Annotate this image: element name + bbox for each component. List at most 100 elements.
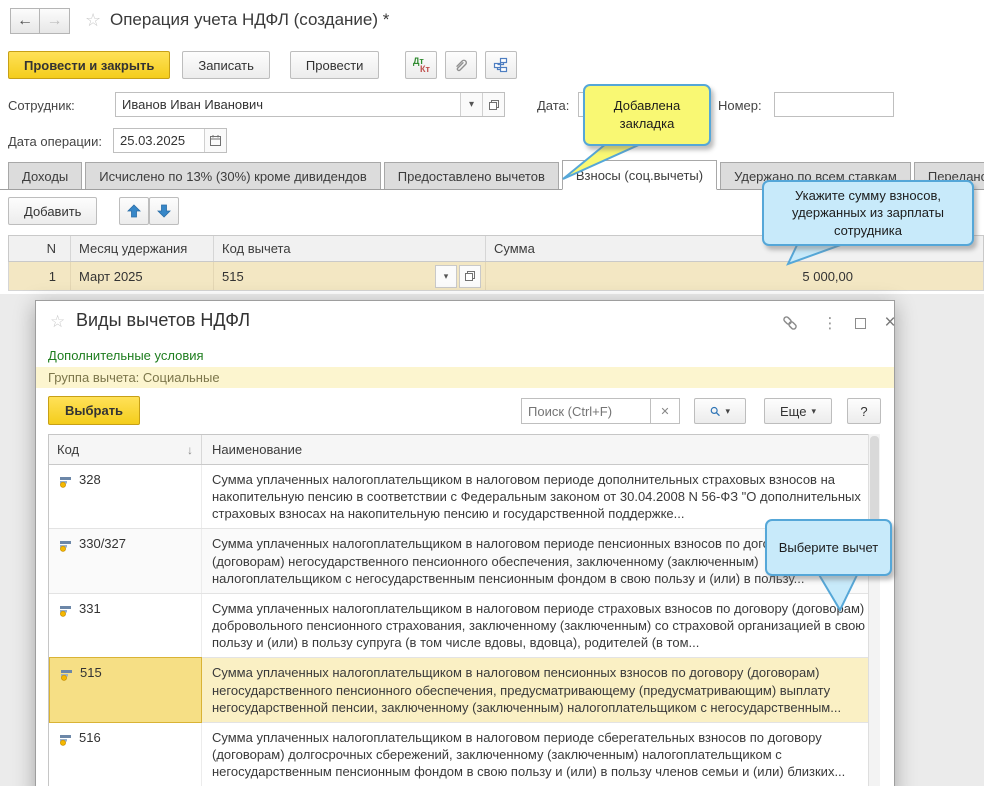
calendar-button[interactable] (204, 129, 226, 152)
tab-predostavleno[interactable]: Предоставлено вычетов (383, 162, 559, 189)
deduction-code: 515 (80, 665, 102, 681)
operation-date-field[interactable] (113, 128, 227, 153)
code-open-button[interactable] (459, 264, 481, 288)
date-label: Дата: (537, 98, 570, 113)
post-and-close-button[interactable]: Провести и закрыть (8, 51, 171, 79)
deduction-name: Сумма уплаченных налогоплательщиком в на… (212, 600, 866, 651)
attachments-button[interactable] (445, 51, 478, 79)
move-up-button[interactable] (119, 197, 150, 225)
search-options-button[interactable]: ▾ (694, 398, 746, 424)
more-actions-button[interactable]: Еще ▾ (764, 398, 832, 424)
application-window: ← → ☆ Операция учета НДФЛ (создание) * П… (0, 0, 984, 786)
catalog-item-icon (61, 670, 72, 682)
catalog-item-icon (60, 605, 71, 617)
kebab-icon: ⋮ (822, 315, 838, 332)
code-dropdown-button[interactable]: ▾ (435, 264, 457, 288)
help-button[interactable]: ? (847, 398, 881, 424)
maximize-icon (854, 317, 866, 329)
cell-n: 1 (9, 262, 71, 290)
col-month[interactable]: Месяц удержания (71, 236, 214, 261)
dialog-title: Виды вычетов НДФЛ (76, 310, 251, 330)
search-input[interactable] (522, 399, 650, 423)
number-field[interactable] (774, 92, 894, 117)
cell-edit-buttons: ▾ (433, 264, 481, 288)
list-item-selected[interactable]: 515 Сумма уплаченных налогоплательщиком … (49, 657, 879, 723)
close-button[interactable]: × (878, 312, 902, 333)
list-item[interactable]: 328 Сумма уплаченных налогоплательщиком … (49, 465, 879, 530)
get-link-button[interactable] (778, 313, 802, 333)
tab-dohody[interactable]: Доходы (8, 162, 83, 189)
catalog-item-icon (60, 734, 71, 746)
cell-code[interactable]: 515 ▾ (214, 262, 486, 290)
open-icon (465, 271, 475, 281)
col-name[interactable]: Наименование (202, 435, 879, 464)
clear-icon: ✕ (660, 405, 670, 418)
catalog-item-icon (60, 477, 71, 488)
document-structure-button[interactable] (485, 51, 518, 79)
tab-vznosy[interactable]: Взносы (соц.вычеты) (561, 160, 718, 190)
col-code[interactable]: Код ↓ (49, 435, 202, 464)
list-item[interactable]: 330/327 Сумма уплаченных налогоплательщи… (49, 529, 879, 594)
deduction-group-bar: Группа вычета: Социальные (36, 367, 894, 388)
forward-button[interactable]: → (40, 8, 70, 34)
col-n[interactable]: N (9, 236, 71, 261)
post-button[interactable]: Провести (289, 51, 380, 79)
cell-month[interactable]: Март 2025 (71, 262, 214, 290)
chevron-down-icon: ▾ (443, 270, 449, 281)
cell-sum[interactable]: 5 000,00 (486, 262, 983, 290)
grid-toolbar: Добавить (8, 197, 180, 225)
add-row-button[interactable]: Добавить (8, 197, 98, 225)
sum-hint-callout: Укажите сумму взносов, удержанных из зар… (762, 180, 974, 246)
paperclip-icon (456, 59, 468, 72)
deduction-code: 328 (79, 472, 101, 487)
operation-date-input[interactable] (114, 129, 204, 152)
table-header: Код ↓ Наименование (49, 435, 879, 465)
dt-kt-icon: Дт Кт (412, 56, 430, 74)
col-code[interactable]: Код вычета (214, 236, 486, 261)
chevron-down-icon: ▾ (725, 405, 730, 416)
employee-open-button[interactable] (482, 93, 504, 116)
employee-dropdown-button[interactable]: ▾ (460, 93, 482, 116)
structure-icon (494, 57, 508, 73)
employee-field[interactable]: ▾ (115, 92, 505, 117)
list-item[interactable]: 331 Сумма уплаченных налогоплательщиком … (49, 593, 879, 659)
maximize-button[interactable] (848, 313, 872, 333)
select-button[interactable]: Выбрать (48, 396, 141, 425)
scrollbar[interactable] (868, 434, 880, 786)
pick-deduction-callout: Выберите вычет (765, 519, 892, 576)
operation-date-label: Дата операции: (8, 134, 102, 149)
number-label: Номер: (718, 98, 762, 113)
more-menu-button[interactable]: ⋮ (818, 313, 842, 333)
additional-conditions-link[interactable]: Дополнительные условия (48, 348, 204, 363)
employee-input[interactable] (116, 93, 460, 116)
arrow-down-icon (157, 204, 172, 218)
deduction-name: Сумма уплаченных налогоплательщиком в на… (212, 665, 842, 715)
search-field[interactable] (521, 398, 651, 424)
save-button[interactable]: Записать (182, 51, 270, 79)
link-icon (783, 316, 797, 330)
move-down-button[interactable] (149, 197, 180, 225)
catalog-item-icon (60, 541, 71, 553)
bookmark-added-callout: Добавлена закладка (583, 84, 711, 146)
more-label: Еще (780, 403, 807, 419)
tab-ischisleno[interactable]: Исчислено по 13% (30%) кроме дивидендов (85, 162, 381, 189)
show-postings-button[interactable]: Дт Кт (405, 51, 438, 79)
form-toolbar: Провести и закрыть Записать Провести Дт К… (8, 51, 518, 79)
employee-label: Сотрудник: (8, 98, 75, 113)
close-icon: × (884, 312, 896, 333)
history-nav: ← → (10, 8, 70, 34)
favorite-star-icon[interactable]: ☆ (85, 10, 101, 31)
deduction-code-value: 515 (222, 268, 244, 284)
favorite-star-icon[interactable]: ☆ (50, 312, 65, 332)
sort-desc-icon: ↓ (187, 442, 193, 457)
deduction-code: 330/327 (79, 536, 126, 552)
back-button[interactable]: ← (10, 8, 40, 34)
page-title: Операция учета НДФЛ (создание) * (110, 10, 390, 29)
deduction-types-table: Код ↓ Наименование 328 Сумма уплаченных н… (48, 434, 880, 786)
table-row[interactable]: 1 Март 2025 515 ▾ 5 000,00 (8, 262, 984, 291)
list-item[interactable]: 516 Сумма уплаченных налогоплательщиком … (49, 722, 879, 786)
chevron-down-icon: ▾ (468, 99, 475, 110)
number-input[interactable] (775, 93, 893, 116)
chevron-down-icon: ▾ (811, 405, 816, 416)
clear-search-button[interactable]: ✕ (650, 398, 680, 424)
